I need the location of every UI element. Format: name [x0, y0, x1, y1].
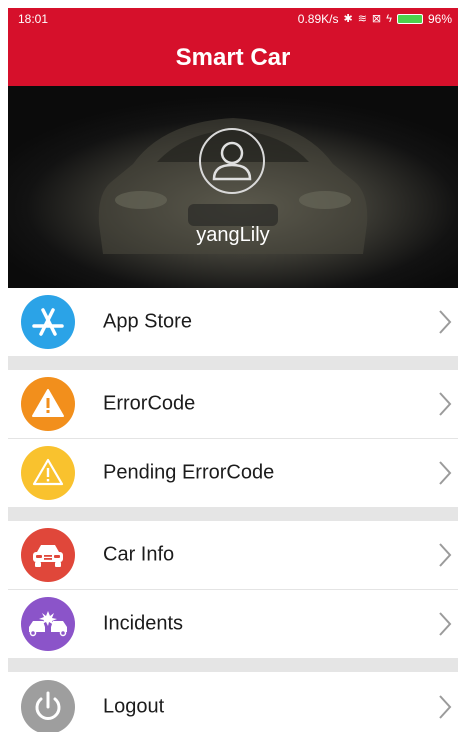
menu-item-label: Pending ErrorCode — [103, 461, 275, 484]
menu-item-incidents[interactable]: Incidents — [8, 590, 458, 658]
menu-list: App Store ErrorCode Pending ErrorCode Ca… — [8, 288, 458, 732]
menu-item-label: ErrorCode — [103, 392, 196, 415]
power-icon — [21, 680, 75, 732]
menu-item-app-store[interactable]: App Store — [8, 288, 458, 356]
app-header: Smart Car — [8, 30, 458, 86]
app-screen: 18:01 0.89K/s ✱ ≋ ⊠ ϟ 96% Smart Car yang… — [0, 0, 461, 732]
username: yangLily — [196, 224, 270, 246]
menu-item-pending-errorcode[interactable]: Pending ErrorCode — [8, 439, 458, 507]
charging-icon: ϟ — [386, 12, 392, 25]
chevron-right-icon — [439, 392, 452, 416]
user-avatar-icon[interactable] — [199, 128, 265, 194]
menu-item-errorcode[interactable]: ErrorCode — [8, 370, 458, 438]
section-separator — [8, 507, 458, 521]
section-separator — [8, 356, 458, 370]
wifi-icon: ≋ — [357, 12, 367, 25]
network-speed: 0.89K/s — [297, 12, 339, 26]
menu-item-label: Logout — [103, 695, 165, 718]
chevron-right-icon — [439, 461, 452, 485]
chevron-right-icon — [439, 695, 452, 719]
crash-icon — [21, 597, 75, 651]
chevron-right-icon — [439, 543, 452, 567]
menu-item-label: App Store — [103, 310, 192, 333]
chevron-right-icon — [439, 612, 452, 636]
status-indicators: 0.89K/s ✱ ≋ ⊠ ϟ 96% — [298, 12, 452, 26]
warning-outline-icon — [21, 446, 75, 500]
menu-item-logout[interactable]: Logout — [8, 672, 458, 732]
car-icon — [21, 528, 75, 582]
menu-item-label: Car Info — [103, 543, 175, 566]
battery-level: 96% — [427, 12, 452, 26]
app-title: Smart Car — [175, 44, 291, 71]
section-separator — [8, 658, 458, 672]
app-store-icon — [21, 295, 75, 349]
status-time: 18:01 — [18, 12, 49, 26]
bluetooth-icon: ✱ — [343, 12, 353, 25]
menu-item-car-info[interactable]: Car Info — [8, 521, 458, 589]
status-bar: 18:01 0.89K/s ✱ ≋ ⊠ ϟ 96% — [8, 8, 458, 30]
sim-icon: ⊠ — [371, 12, 382, 25]
menu-item-label: Incidents — [103, 612, 184, 635]
battery-icon — [396, 14, 423, 24]
warning-icon — [21, 377, 75, 431]
profile-banner: yangLily — [8, 86, 458, 288]
chevron-right-icon — [439, 310, 452, 334]
